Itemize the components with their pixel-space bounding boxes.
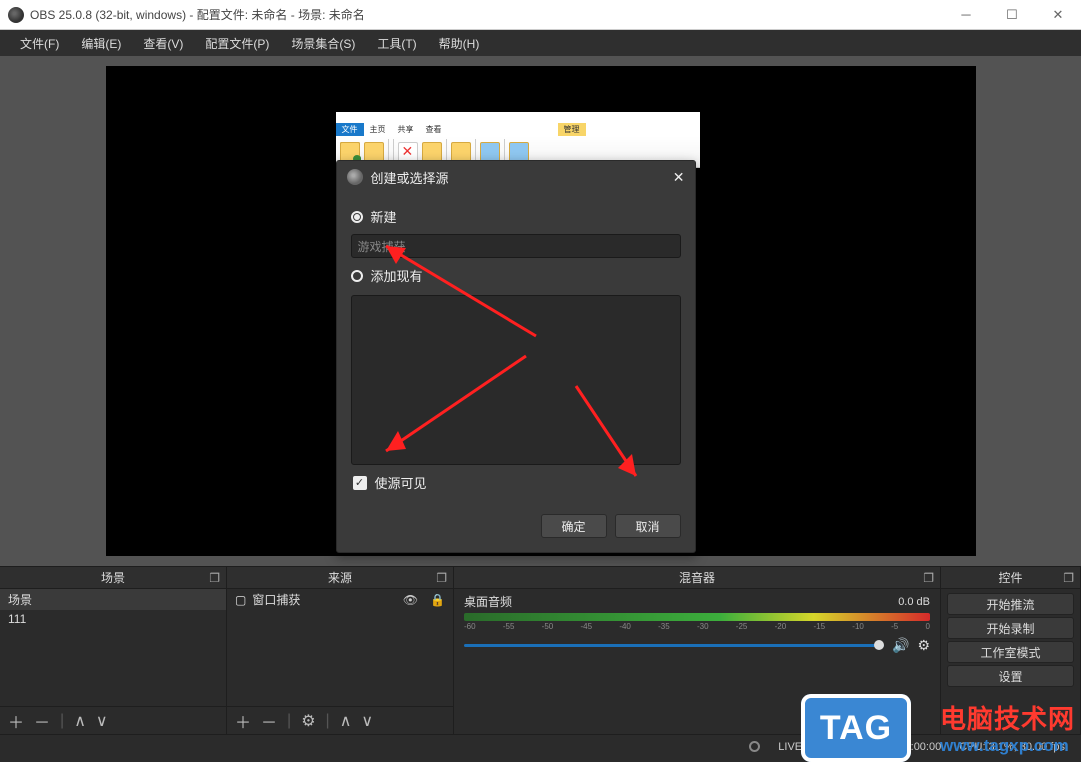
titlebar: OBS 25.0.8 (32-bit, windows) - 配置文件: 未命名…	[0, 0, 1081, 30]
create-source-dialog: 创建或选择源 ✕ 新建 添加现有 ✓ 使源可见	[336, 160, 696, 553]
dock-icon[interactable]: ❐	[1063, 571, 1074, 585]
source-item[interactable]: ▢ 窗口捕获 👁 🔒	[227, 589, 453, 610]
move-down-button[interactable]: ∨	[361, 711, 373, 731]
radio-new-label: 新建	[371, 207, 397, 226]
add-source-button[interactable]: ＋	[235, 709, 251, 733]
cancel-button[interactable]: 取消	[615, 514, 681, 538]
minimize-button[interactable]: ─	[943, 0, 989, 30]
move-up-button[interactable]: ∧	[340, 711, 352, 731]
ribbon-tab-file: 文件	[336, 123, 364, 136]
scenes-panel-title: 场景	[101, 569, 125, 586]
settings-button[interactable]: 设置	[947, 665, 1074, 687]
preview-canvas[interactable]: 文件 主页 共享 查看 管理	[106, 66, 976, 556]
preview-area: 文件 主页 共享 查看 管理	[0, 56, 1081, 566]
folder-icon	[364, 142, 384, 162]
remove-scene-button[interactable]: －	[34, 709, 50, 733]
lock-icon[interactable]: 🔒	[430, 593, 445, 607]
vu-meter	[464, 613, 930, 621]
remove-source-button[interactable]: －	[261, 709, 277, 733]
obs-logo-icon	[347, 169, 363, 185]
mixer-panel-title: 混音器	[679, 569, 715, 586]
ribbon-tab-manage: 管理	[558, 123, 586, 136]
ribbon-tab-home: 主页	[364, 123, 392, 136]
vu-ticks: -60-55-50-45-40-35-30-25-20-15-10-50	[464, 622, 930, 631]
move-up-button[interactable]: ∧	[74, 711, 86, 731]
add-scene-button[interactable]: ＋	[8, 709, 24, 733]
sources-panel-title: 来源	[328, 569, 352, 586]
menu-help[interactable]: 帮助(H)	[429, 32, 490, 55]
menu-profile[interactable]: 配置文件(P)	[195, 32, 279, 55]
dialog-close-button[interactable]: ✕	[673, 169, 685, 186]
scene-item[interactable]: 场景	[0, 589, 226, 610]
statusbar: LIVE: 00:00:00 REC: 00:00:00 CPU: 3.1%, …	[0, 734, 1081, 758]
select-icon	[509, 142, 529, 162]
start-stream-button[interactable]: 开始推流	[947, 593, 1074, 615]
stream-status-icon	[749, 741, 760, 752]
move-down-button[interactable]: ∨	[96, 711, 108, 731]
maximize-button[interactable]: ☐	[989, 0, 1035, 30]
scenes-panel: 场景 ❐ 场景 111 ＋ － | ∧ ∨	[0, 567, 227, 734]
menu-edit[interactable]: 编辑(E)	[71, 32, 131, 55]
checkbox-visible[interactable]: ✓	[353, 476, 367, 490]
menu-view[interactable]: 查看(V)	[133, 32, 193, 55]
menubar: 文件(F) 编辑(E) 查看(V) 配置文件(P) 场景集合(S) 工具(T) …	[0, 30, 1081, 56]
mixer-track-db: 0.0 dB	[898, 596, 930, 608]
menu-file[interactable]: 文件(F)	[10, 32, 69, 55]
folder-icon	[340, 142, 360, 162]
controls-panel-title: 控件	[998, 569, 1022, 586]
dock-icon[interactable]: ❐	[209, 571, 220, 585]
speaker-icon[interactable]: 🔊	[892, 637, 909, 654]
mixer-track-label: 桌面音频	[464, 593, 512, 610]
source-settings-button[interactable]: ⚙	[301, 711, 315, 731]
bottom-panels: 场景 ❐ 场景 111 ＋ － | ∧ ∨ 来源 ❐ ▢ 窗口捕获 👁 🔒	[0, 566, 1081, 734]
window-title: OBS 25.0.8 (32-bit, windows) - 配置文件: 未命名…	[30, 6, 365, 23]
menu-tools[interactable]: 工具(T)	[367, 32, 426, 55]
new-folder-icon	[451, 142, 471, 162]
radio-new[interactable]	[351, 211, 363, 223]
checkbox-visible-label: 使源可见	[375, 473, 427, 492]
dock-icon[interactable]: ❐	[436, 571, 447, 585]
source-item-label: 窗口捕获	[252, 591, 300, 608]
window-capture-icon: ▢	[235, 593, 246, 607]
visibility-icon[interactable]: 👁	[403, 593, 418, 607]
watermark-text: 电脑技术网 www.tagxp.com	[940, 699, 1075, 756]
menu-scene-collection[interactable]: 场景集合(S)	[281, 32, 365, 55]
gear-icon[interactable]: ⚙	[917, 637, 930, 654]
sources-panel: 来源 ❐ ▢ 窗口捕获 👁 🔒 ＋ － | ⚙ | ∧ ∨	[227, 567, 454, 734]
dialog-title-text: 创建或选择源	[371, 168, 449, 187]
delete-icon	[398, 142, 418, 162]
studio-mode-button[interactable]: 工作室模式	[947, 641, 1074, 663]
obs-logo-icon	[8, 7, 24, 23]
scene-item[interactable]: 111	[0, 610, 226, 628]
close-button[interactable]: ✕	[1035, 0, 1081, 30]
source-name-input[interactable]	[351, 234, 681, 258]
existing-sources-list[interactable]	[351, 295, 681, 465]
radio-existing[interactable]	[351, 270, 363, 282]
ok-button[interactable]: 确定	[541, 514, 607, 538]
mixer-track: 桌面音频 0.0 dB -60-55-50-45-40-35-30-25-20-…	[454, 589, 940, 658]
properties-icon	[480, 142, 500, 162]
dialog-titlebar: 创建或选择源 ✕	[337, 161, 695, 193]
radio-existing-label: 添加现有	[371, 266, 423, 285]
watermark-tag: TAG	[801, 694, 911, 762]
ribbon-tab-share: 共享	[392, 123, 420, 136]
start-record-button[interactable]: 开始录制	[947, 617, 1074, 639]
ribbon-tab-view: 查看	[420, 123, 448, 136]
volume-slider[interactable]	[464, 644, 884, 647]
dock-icon[interactable]: ❐	[923, 571, 934, 585]
rename-icon	[422, 142, 442, 162]
